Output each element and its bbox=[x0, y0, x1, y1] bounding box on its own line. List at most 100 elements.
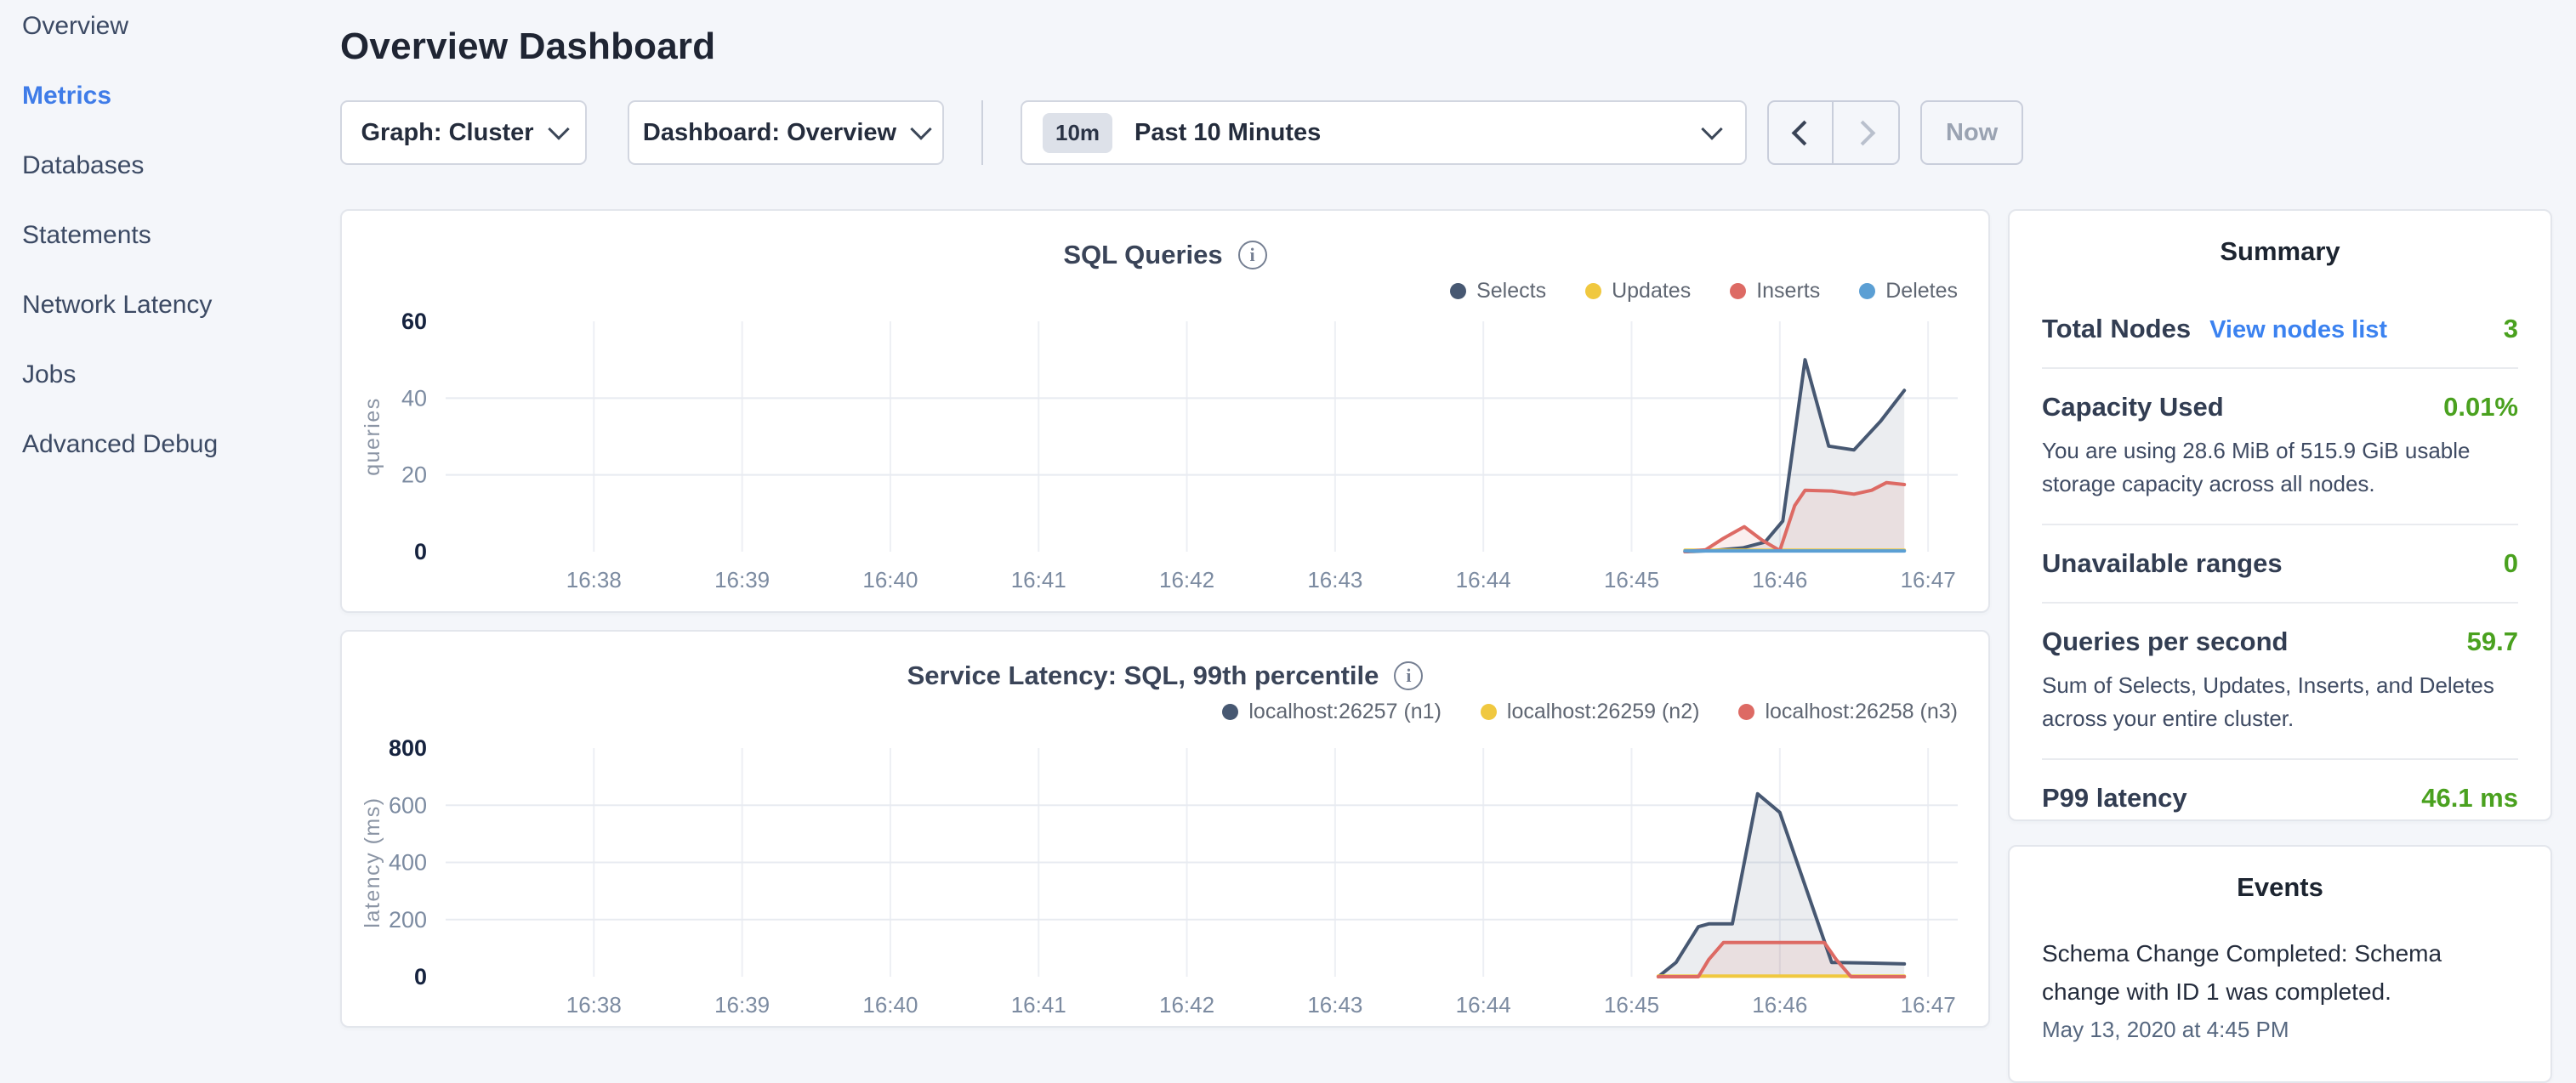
sidebar-item-network-latency[interactable]: Network Latency bbox=[22, 291, 340, 323]
sidebar-item-statements[interactable]: Statements bbox=[22, 221, 340, 253]
y-tick-label: 800 bbox=[389, 735, 427, 761]
legend-dot-icon bbox=[1730, 283, 1746, 299]
legend-item[interactable]: Deletes bbox=[1859, 279, 1958, 303]
chevron-down-icon bbox=[1701, 118, 1722, 139]
x-tick-label: 16:42 bbox=[1159, 992, 1214, 1018]
sidebar-item-databases[interactable]: Databases bbox=[22, 151, 340, 184]
y-tick-label: 0 bbox=[414, 964, 427, 989]
sidebar-item-advanced-debug[interactable]: Advanced Debug bbox=[22, 430, 340, 462]
legend-dot-icon bbox=[1481, 704, 1497, 720]
sidebar-item-jobs[interactable]: Jobs bbox=[22, 360, 340, 393]
info-icon[interactable] bbox=[1238, 241, 1267, 269]
x-tick-label: 16:39 bbox=[714, 567, 770, 593]
chart-header: Service Latency: SQL, 99th percentile bbox=[342, 661, 1988, 691]
legend-item[interactable]: localhost:26258 (n3) bbox=[1738, 700, 1958, 724]
summary-row-qps: Queries per second 59.7 Sum of Selects, … bbox=[2042, 604, 2518, 760]
page-title: Overview Dashboard bbox=[340, 26, 2552, 68]
controls-divider bbox=[981, 100, 983, 165]
legend-item[interactable]: localhost:26259 (n2) bbox=[1481, 700, 1700, 724]
dashboard-dropdown[interactable]: Dashboard: Overview bbox=[628, 100, 944, 165]
legend-item[interactable]: localhost:26257 (n1) bbox=[1222, 700, 1442, 724]
info-icon[interactable] bbox=[1394, 661, 1423, 690]
legend-item[interactable]: Updates bbox=[1585, 279, 1691, 303]
chart-title: SQL Queries bbox=[1063, 240, 1222, 270]
legend-dot-icon bbox=[1222, 704, 1238, 720]
dashboard-dropdown-label: Dashboard: Overview bbox=[643, 119, 896, 147]
time-back-button[interactable] bbox=[1769, 102, 1834, 163]
now-button[interactable]: Now bbox=[1920, 100, 2023, 165]
x-tick-label: 16:44 bbox=[1456, 567, 1511, 593]
controls-row: Graph: Cluster Dashboard: Overview 10m P… bbox=[340, 100, 2552, 165]
x-tick-label: 16:46 bbox=[1752, 567, 1807, 593]
event-text: Schema Change Completed: Schema change w… bbox=[2042, 935, 2518, 1012]
chevron-right-icon bbox=[1850, 120, 1875, 145]
x-tick-label: 16:41 bbox=[1011, 992, 1066, 1018]
x-tick-label: 16:38 bbox=[566, 992, 622, 1018]
capacity-value: 0.01% bbox=[2443, 392, 2518, 422]
time-range-badge: 10m bbox=[1043, 113, 1112, 153]
p99-latency-value: 46.1 ms bbox=[2421, 783, 2518, 814]
legend-label: localhost:26259 (n2) bbox=[1507, 700, 1700, 724]
event-item[interactable]: Schema Change Completed: Schema change w… bbox=[2042, 935, 2518, 1043]
time-forward-button[interactable] bbox=[1834, 102, 1898, 163]
chevron-down-icon bbox=[548, 118, 569, 139]
summary-row-capacity: Capacity Used 0.01% You are using 28.6 M… bbox=[2042, 369, 2518, 525]
time-range-label: Past 10 Minutes bbox=[1134, 119, 1321, 147]
legend-item[interactable]: Inserts bbox=[1730, 279, 1820, 303]
x-tick-label: 16:45 bbox=[1604, 567, 1659, 593]
chevron-down-icon bbox=[910, 118, 931, 139]
time-pager bbox=[1767, 100, 1900, 165]
x-tick-label: 16:40 bbox=[862, 992, 918, 1018]
graph-dropdown-label: Graph: Cluster bbox=[361, 119, 533, 147]
total-nodes-value: 3 bbox=[2504, 314, 2518, 344]
view-nodes-link[interactable]: View nodes list bbox=[2209, 316, 2387, 344]
legend-dot-icon bbox=[1859, 283, 1875, 299]
sidebar-item-metrics[interactable]: Metrics bbox=[22, 82, 340, 114]
x-tick-label: 16:47 bbox=[1901, 567, 1956, 593]
qps-description: Sum of Selects, Updates, Inserts, and De… bbox=[2042, 669, 2518, 735]
charts-column: SQL Queries Selects Updates Inserts Deletes… bbox=[340, 209, 1990, 1028]
summary-row-total-nodes: Total Nodes View nodes list 3 bbox=[2042, 291, 2518, 369]
legend-label: localhost:26257 (n1) bbox=[1248, 700, 1442, 724]
x-tick-label: 16:45 bbox=[1604, 992, 1659, 1018]
x-tick-label: 16:47 bbox=[1901, 992, 1956, 1018]
service-latency-chart: 16:3816:3916:4016:4116:4216:4316:4416:45… bbox=[342, 729, 1988, 1021]
x-tick-label: 16:42 bbox=[1159, 567, 1214, 593]
y-tick-label: 600 bbox=[389, 792, 427, 818]
y-tick-label: 200 bbox=[389, 907, 427, 933]
main-content: Overview Dashboard Graph: Cluster Dashbo… bbox=[340, 0, 2576, 1051]
legend-dot-icon bbox=[1585, 283, 1601, 299]
capacity-description: You are using 28.6 MiB of 515.9 GiB usab… bbox=[2042, 434, 2518, 501]
side-column: Summary Total Nodes View nodes list 3 C bbox=[2008, 209, 2552, 1083]
qps-value: 59.7 bbox=[2467, 627, 2518, 657]
x-tick-label: 16:40 bbox=[862, 567, 918, 593]
graph-dropdown[interactable]: Graph: Cluster bbox=[340, 100, 587, 165]
y-tick-label: 20 bbox=[401, 462, 427, 488]
y-tick-label: 40 bbox=[401, 385, 427, 411]
summary-panel: Summary Total Nodes View nodes list 3 C bbox=[2008, 209, 2552, 821]
unavailable-ranges-value: 0 bbox=[2504, 548, 2518, 579]
x-tick-label: 16:44 bbox=[1456, 992, 1511, 1018]
x-tick-label: 16:46 bbox=[1752, 992, 1807, 1018]
legend-dot-icon bbox=[1738, 704, 1754, 720]
total-nodes-label: Total Nodes bbox=[2042, 314, 2191, 344]
service-latency-card: Service Latency: SQL, 99th percentile lo… bbox=[340, 630, 1990, 1028]
time-range-picker[interactable]: 10m Past 10 Minutes bbox=[1021, 100, 1747, 165]
legend-label: localhost:26258 (n3) bbox=[1765, 700, 1958, 724]
legend-item[interactable]: Selects bbox=[1450, 279, 1546, 303]
x-tick-label: 16:41 bbox=[1011, 567, 1066, 593]
x-tick-label: 16:38 bbox=[566, 567, 622, 593]
dashboard-content: SQL Queries Selects Updates Inserts Deletes… bbox=[340, 209, 2552, 1083]
sql-queries-chart: 16:3816:3916:4016:4116:4216:4316:4416:45… bbox=[342, 308, 1988, 593]
y-tick-label: 400 bbox=[389, 850, 427, 876]
chart-title: Service Latency: SQL, 99th percentile bbox=[907, 661, 1379, 691]
y-axis-title: latency (ms) bbox=[361, 797, 384, 927]
y-tick-label: 60 bbox=[401, 309, 427, 334]
legend-label: Selects bbox=[1476, 279, 1546, 303]
events-panel: Events Schema Change Completed: Schema c… bbox=[2008, 845, 2552, 1083]
x-tick-label: 16:39 bbox=[714, 992, 770, 1018]
app-root: Overview Metrics Databases Statements Ne… bbox=[0, 0, 2576, 1051]
chart-legend: localhost:26257 (n1) localhost:26259 (n2)… bbox=[342, 698, 1958, 725]
sidebar-item-overview[interactable]: Overview bbox=[22, 12, 340, 44]
event-timestamp: May 13, 2020 at 4:45 PM bbox=[2042, 1017, 2518, 1043]
